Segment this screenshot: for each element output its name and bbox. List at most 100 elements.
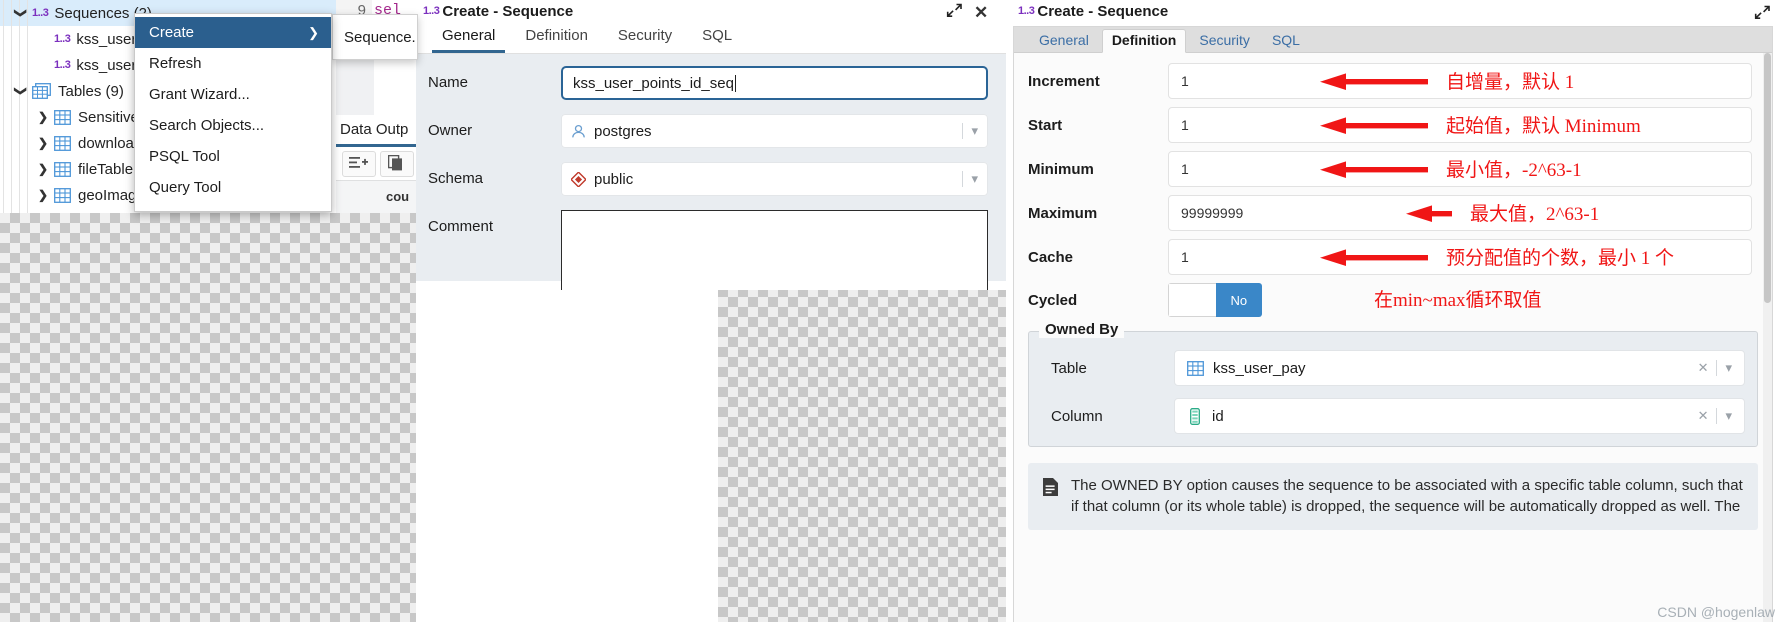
data-grid-header: cou <box>336 180 416 213</box>
annotation-minimum: 最小值，-2^63-1 <box>1446 160 1582 181</box>
cycled-toggle-yes[interactable] <box>1168 283 1216 317</box>
menu-item-label: Refresh <box>149 55 202 72</box>
tab-security[interactable]: Security <box>608 27 682 53</box>
column-icon <box>1190 407 1200 425</box>
form-row-schema: Schema public ▾ <box>416 162 1006 196</box>
tab-sql[interactable]: SQL <box>692 27 742 53</box>
label-comment: Comment <box>428 218 494 235</box>
def-tab-sql[interactable]: SQL <box>1263 29 1309 52</box>
chevron-down-icon[interactable]: ❯ <box>14 80 28 102</box>
create-sequence-general-dialog: 1..3 Create - Sequence General Definition… <box>416 0 1006 290</box>
owned-by-fieldset: Owned By Table kss_user_pay ✕ ▾ Column i… <box>1028 321 1758 447</box>
owned-column-value: id <box>1212 407 1224 425</box>
table-icon <box>54 187 71 203</box>
menu-item-label: Grant Wizard... <box>149 86 250 103</box>
annotation-start: 起始值，默认 Minimum <box>1446 116 1641 137</box>
definition-fields: Increment 1 自增量，默认 1 Start 1 起始值，默认 Minimum Mi… <box>1014 53 1772 275</box>
schema-dropdown-caret[interactable]: ▾ <box>962 171 978 187</box>
menu-item-search-objects[interactable]: Search Objects... <box>135 110 331 141</box>
owned-table-select[interactable]: kss_user_pay ✕ ▾ <box>1174 350 1745 386</box>
table-icon <box>54 135 71 151</box>
data-output-toolbar <box>336 147 416 180</box>
maximum-input[interactable]: 99999999 <box>1168 195 1752 231</box>
clear-icon-table[interactable]: ✕ <box>1698 360 1709 376</box>
create-sequence-definition-dialog: 1..3 Create - Sequence General Definition… <box>1006 0 1779 622</box>
owned-by-row-table: Table kss_user_pay ✕ ▾ <box>1041 350 1745 386</box>
annotation-cycled: 在min~max循环取值 <box>1374 290 1542 311</box>
cycled-toggle-no[interactable]: No <box>1215 283 1262 317</box>
table-icon <box>1187 360 1204 376</box>
definition-row-cycled: Cycled No 在min~max循环取值 <box>1014 283 1772 317</box>
close-icon[interactable]: ✕ <box>974 3 988 23</box>
menu-item-psql-tool[interactable]: PSQL Tool <box>135 141 331 172</box>
owned-by-row-column: Column id ✕ ▾ <box>1041 398 1745 434</box>
tab-definition[interactable]: Definition <box>515 27 598 53</box>
definition-dialog-titlebar: 1..3 Create - Sequence <box>1006 0 1779 22</box>
owner-select[interactable]: postgres ▾ <box>561 114 988 148</box>
label-owner: Owner <box>428 122 473 139</box>
restore-icon[interactable] <box>946 3 963 22</box>
menu-item-create[interactable]: Create ❯ <box>135 17 331 48</box>
sequence-badge-icon: 1..3 <box>54 59 71 71</box>
chevron-right-icon[interactable]: ❯ <box>32 188 54 202</box>
chevron-right-icon[interactable]: ❯ <box>32 136 54 150</box>
context-menu[interactable]: Create ❯ Refresh Grant Wizard... Search Obje… <box>134 13 332 212</box>
general-dialog-title: Create - Sequence <box>442 2 574 20</box>
menu-item-query-tool[interactable]: Query Tool <box>135 172 331 203</box>
menu-item-grant-wizard[interactable]: Grant Wizard... <box>135 79 331 110</box>
general-dialog-window-controls[interactable]: ✕ <box>940 0 1006 22</box>
chevron-down-icon[interactable]: ❯ <box>14 2 28 24</box>
general-dialog-tabbar[interactable]: General Definition Security SQL <box>416 22 1006 54</box>
tree-item-label: Tables (9) <box>58 82 124 100</box>
copy-icon[interactable] <box>380 151 414 177</box>
owned-by-legend: Owned By <box>1039 321 1125 338</box>
annotation-maximum: 最大值，2^63-1 <box>1470 204 1600 225</box>
schema-icon <box>570 170 587 188</box>
annotation-arrow-icon <box>1320 116 1430 141</box>
owned-column-select[interactable]: id ✕ ▾ <box>1174 398 1745 434</box>
tree-item-label: fileTable <box>78 160 134 178</box>
label-owned-column: Column <box>1051 407 1103 425</box>
chevron-right-icon[interactable]: ❯ <box>32 162 54 176</box>
start-value: 1 <box>1181 117 1189 133</box>
definition-dialog-title: Create - Sequence <box>1037 2 1169 20</box>
menu-item-label: PSQL Tool <box>149 148 220 165</box>
menu-item-refresh[interactable]: Refresh <box>135 48 331 79</box>
schema-select[interactable]: public ▾ <box>561 162 988 196</box>
restore-icon-def[interactable] <box>1754 5 1771 24</box>
sequence-badge-icon: 1..3 <box>423 5 440 17</box>
definition-row-cache: Cache 1 预分配值的个数，最小 1 个 <box>1028 239 1752 275</box>
definition-dialog-tabbar[interactable]: General Definition Security SQL <box>1014 27 1772 53</box>
tab-general[interactable]: General <box>432 27 506 53</box>
chevron-right-icon[interactable]: ❯ <box>32 110 54 124</box>
definition-dialog-body: General Definition Security SQL Increment 1 自… <box>1013 26 1773 622</box>
general-dialog-titlebar: 1..3 Create - Sequence <box>416 0 1006 22</box>
cycled-toggle[interactable]: No <box>1168 283 1262 317</box>
increment-value: 1 <box>1181 73 1189 89</box>
def-tab-security[interactable]: Security <box>1190 29 1259 52</box>
table-icon <box>54 161 71 177</box>
owned-table-value: kss_user_pay <box>1213 359 1306 377</box>
owner-value: postgres <box>594 122 652 140</box>
label-schema: Schema <box>428 170 484 187</box>
def-tab-definition[interactable]: Definition <box>1101 29 1187 53</box>
label-increment: Increment <box>1028 72 1100 90</box>
menu-item-label: Query Tool <box>149 179 222 196</box>
tab-data-output[interactable]: Data Outp <box>336 115 416 145</box>
name-input[interactable]: kss_user_points_id_seq <box>561 66 988 100</box>
definition-dialog-window-controls[interactable] <box>1754 2 1771 22</box>
clear-icon-column[interactable]: ✕ <box>1698 408 1709 424</box>
owner-dropdown-caret[interactable]: ▾ <box>962 123 978 139</box>
submenu-item-sequence[interactable]: Sequence. <box>344 29 416 46</box>
maximum-value: 99999999 <box>1181 205 1244 221</box>
owned-column-controls[interactable]: ✕ ▾ <box>1698 408 1732 424</box>
comment-textarea[interactable] <box>561 210 988 290</box>
form-row-owner: Owner postgres ▾ <box>416 114 1006 148</box>
add-row-icon[interactable] <box>342 151 376 177</box>
definition-scrollbar[interactable] <box>1763 53 1772 622</box>
def-tab-general[interactable]: General <box>1030 29 1098 52</box>
annotation-arrow-icon <box>1406 204 1454 229</box>
annotation-cache: 预分配值的个数，最小 1 个 <box>1446 248 1675 269</box>
context-submenu-create[interactable]: Sequence. <box>332 14 418 60</box>
owned-table-controls[interactable]: ✕ ▾ <box>1698 360 1732 376</box>
